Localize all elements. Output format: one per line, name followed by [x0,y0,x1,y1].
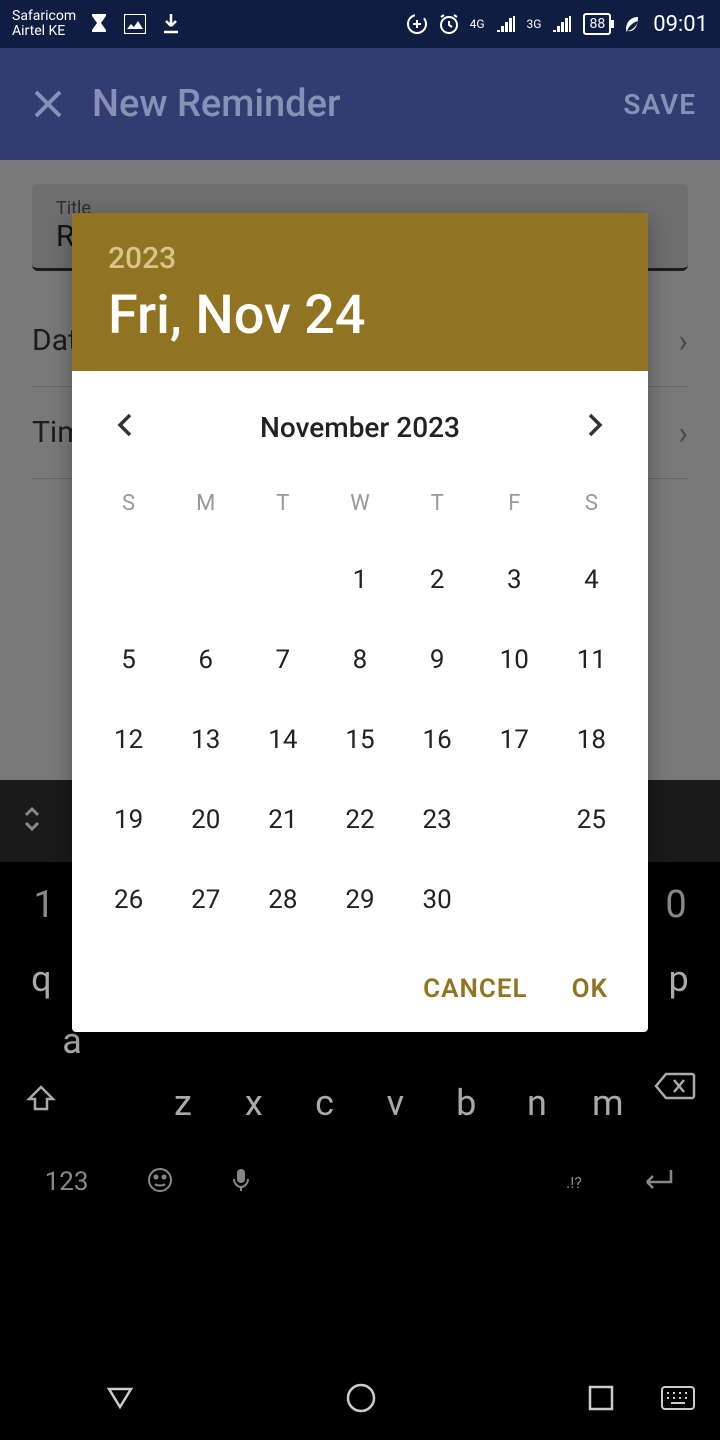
key-m[interactable]: m [577,1082,639,1124]
day-of-week-header: W [321,475,398,540]
date-picker-header: 2023 Fri, Nov 24 [72,213,648,371]
key-n[interactable]: n [506,1082,568,1124]
key-0[interactable]: 0 [644,883,708,927]
calendar-day[interactable]: 9 [399,620,476,700]
calendar-day[interactable]: 30 [399,860,476,940]
calendar-day[interactable]: 16 [399,700,476,780]
calendar-day[interactable]: 28 [244,860,321,940]
calendar-day[interactable]: 14 [244,700,321,780]
ok-button[interactable]: OK [572,974,608,1004]
calendar-day[interactable]: 17 [476,700,553,780]
mic-key[interactable] [231,1167,251,1197]
nav-home-icon[interactable] [345,1382,377,1418]
cancel-button[interactable]: CANCEL [423,974,527,1004]
navigation-bar [0,1360,720,1440]
app-bar: New Reminder SAVE [0,48,720,160]
key-q[interactable]: q [10,958,72,1000]
key-c[interactable]: c [294,1082,356,1124]
calendar-day[interactable]: 22 [321,780,398,860]
battery-indicator: 88 [583,13,611,35]
calendar-day[interactable]: 29 [321,860,398,940]
next-month-button[interactable] [578,403,612,451]
backspace-key[interactable] [654,1070,696,1106]
calendar-day[interactable]: 18 [553,700,630,780]
calendar-day[interactable]: 5 [90,620,167,700]
calendar-day[interactable]: 13 [167,700,244,780]
calendar-day[interactable]: 26 [90,860,167,940]
calendar-day[interactable]: 20 [167,780,244,860]
day-of-week-header: M [167,475,244,540]
calendar-day[interactable]: 12 [90,700,167,780]
calendar-day[interactable]: 23 [399,780,476,860]
calendar-day[interactable]: 8 [321,620,398,700]
nav-back-icon[interactable] [105,1385,135,1415]
network-3g-label: 3G [527,17,542,31]
date-picker-selected-date[interactable]: Fri, Nov 24 [108,284,612,347]
calendar-empty-cell [244,540,321,620]
calendar-empty-cell [167,540,244,620]
calendar-day[interactable]: 24 [476,780,553,860]
download-icon [160,13,182,35]
close-button[interactable] [24,80,72,128]
calendar-day[interactable]: 15 [321,700,398,780]
calendar-day[interactable]: 19 [90,780,167,860]
day-of-week-header: F [476,475,553,540]
enter-key[interactable] [639,1166,675,1198]
carrier-label: Safaricom Airtel KE [12,9,76,40]
calendar-day[interactable]: 4 [553,540,630,620]
day-of-week-header: S [90,475,167,540]
calendar-day[interactable]: 3 [476,540,553,620]
calendar-day[interactable]: 25 [553,780,630,860]
status-bar: Safaricom Airtel KE 4G 3G [0,0,720,48]
calendar-day[interactable]: 6 [167,620,244,700]
current-month-label: November 2023 [260,411,460,444]
network-4g-label: 4G [470,17,485,31]
key-spacer [81,1082,143,1124]
date-picker-year[interactable]: 2023 [108,241,612,276]
calendar-day[interactable]: 11 [553,620,630,700]
key-1[interactable]: 1 [12,883,76,927]
key-v[interactable]: v [364,1082,426,1124]
calendar-day[interactable]: 21 [244,780,321,860]
date-picker-dialog: 2023 Fri, Nov 24 November 2023 SMTWTFS 1… [72,213,648,1032]
key-p[interactable]: p [648,958,710,1000]
symbols-key[interactable]: 123 [45,1167,89,1197]
prev-month-button[interactable] [108,403,142,451]
key-b[interactable]: b [435,1082,497,1124]
calendar-empty-cell [90,540,167,620]
data-saver-icon [406,13,428,35]
save-button[interactable]: SAVE [623,88,696,121]
punct-key[interactable]: .!? [566,1173,582,1192]
key-z[interactable]: z [152,1082,214,1124]
signal-icon-1 [495,13,517,35]
signal-icon-2 [551,13,573,35]
calendar-day[interactable]: 10 [476,620,553,700]
leaf-icon [621,13,643,35]
clock-time: 09:01 [653,12,708,37]
calendar-day[interactable]: 1 [321,540,398,620]
page-title: New Reminder [92,82,623,126]
shift-key[interactable] [10,1082,72,1124]
key-x[interactable]: x [223,1082,285,1124]
day-of-week-header: T [244,475,321,540]
nav-recent-icon[interactable] [587,1384,615,1416]
expand-icon[interactable] [20,805,44,837]
emoji-key[interactable] [146,1166,174,1198]
calendar-day[interactable]: 2 [399,540,476,620]
calendar-day[interactable]: 7 [244,620,321,700]
alarm-icon [438,13,460,35]
day-of-week-header: T [399,475,476,540]
day-of-week-header: S [553,475,630,540]
hourglass-icon [88,13,110,35]
calendar-day[interactable]: 27 [167,860,244,940]
image-icon [124,13,146,35]
nav-keyboard-icon[interactable] [660,1385,696,1415]
